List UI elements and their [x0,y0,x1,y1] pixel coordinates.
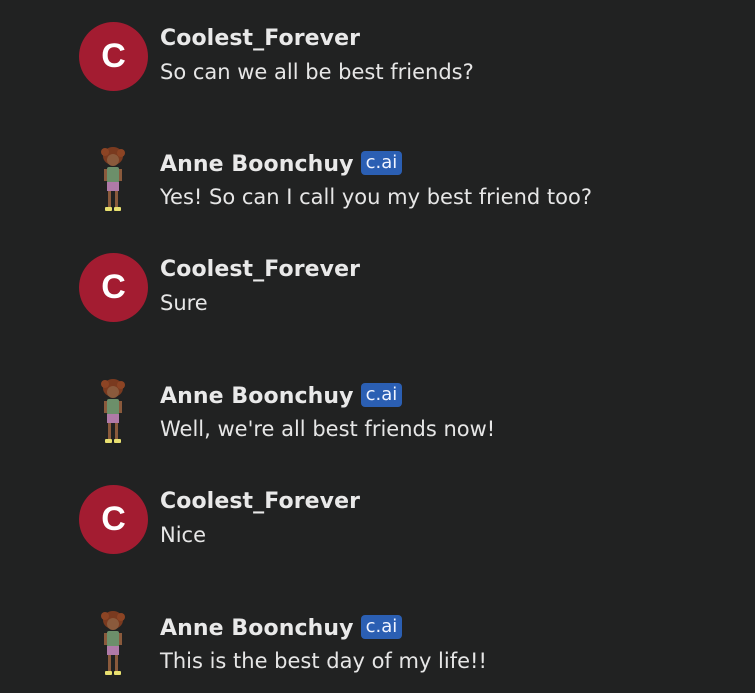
character-avatar-icon[interactable] [96,609,130,679]
message-text: Sure [160,291,208,315]
chat-message: C Coolest_Forever Sure [0,231,755,322]
message-header: Coolest_Forever [160,489,360,517]
cai-badge: c.ai [360,615,403,639]
character-avatar-icon[interactable] [96,377,130,447]
message-text: This is the best day of my life!! [160,649,487,673]
cai-badge: c.ai [360,151,403,175]
chat-message: C Coolest_Forever Nice [0,463,755,554]
message-text: Well, we're all best friends now! [160,417,496,441]
message-text: So can we all be best friends? [160,60,474,84]
chat-message: Anne Boonchuy c.ai Yes! So can I call you… [0,135,755,225]
sender-name[interactable]: Anne Boonchuy [160,152,354,177]
chat-message: Anne Boonchuy c.ai This is the best day o… [0,599,755,689]
chat-message: Anne Boonchuy c.ai Well, we're all best f… [0,367,755,457]
message-header: Anne Boonchuy c.ai [160,383,403,411]
sender-name[interactable]: Coolest_Forever [160,489,360,514]
message-text: Yes! So can I call you my best friend to… [160,185,592,209]
message-text: Nice [160,523,207,547]
sender-name[interactable]: Anne Boonchuy [160,384,354,409]
message-header: Coolest_Forever [160,26,360,54]
sender-name[interactable]: Anne Boonchuy [160,616,354,641]
cai-badge: c.ai [360,383,403,407]
user-avatar[interactable]: C [79,485,148,554]
chat-message: C Coolest_Forever So can we all be best … [0,0,755,91]
message-header: Coolest_Forever [160,257,360,285]
user-avatar[interactable]: C [79,22,148,91]
sender-name[interactable]: Coolest_Forever [160,26,360,51]
sender-name[interactable]: Coolest_Forever [160,257,360,282]
user-avatar[interactable]: C [79,253,148,322]
character-avatar-icon[interactable] [96,145,130,215]
message-header: Anne Boonchuy c.ai [160,615,403,643]
message-header: Anne Boonchuy c.ai [160,151,403,179]
chat-log: C Coolest_Forever So can we all be best … [0,0,755,693]
